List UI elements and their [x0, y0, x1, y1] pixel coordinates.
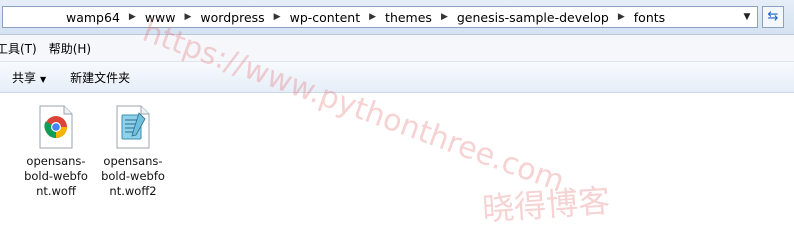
chevron-right-icon[interactable]: ▶	[369, 12, 376, 22]
breadcrumb-wordpress[interactable]: wordpress	[199, 10, 265, 25]
breadcrumb-wp-content[interactable]: wp-content	[289, 10, 362, 25]
breadcrumb-genesis-sample-develop[interactable]: genesis-sample-develop	[456, 10, 610, 25]
document-icon	[116, 105, 150, 149]
chevron-right-icon[interactable]: ▶	[185, 12, 192, 22]
breadcrumb-www[interactable]: www	[144, 10, 177, 25]
menu-tools[interactable]: 工具(T)	[0, 40, 43, 57]
address-bar: wamp64 ▶ www ▶ wordpress ▶ wp-content ▶ …	[0, 0, 794, 35]
chevron-down-icon: ▼	[40, 74, 47, 84]
file-list: opensans-bold-webfont.woff opensans-bold…	[0, 93, 794, 248]
command-toolbar: 共享 ▼ 新建文件夹	[0, 62, 794, 93]
breadcrumb-wamp64[interactable]: wamp64	[65, 10, 121, 25]
file-name: opensans-bold-webfont.woff2	[101, 154, 165, 198]
chevron-right-icon[interactable]: ▶	[441, 12, 448, 22]
file-item[interactable]: opensans-bold-webfont.woff2	[100, 105, 166, 199]
chrome-icon	[39, 105, 73, 149]
refresh-icon[interactable]: ⇆	[762, 6, 784, 28]
chevron-down-icon[interactable]: ▼	[740, 10, 754, 24]
chevron-right-icon[interactable]: ▶	[618, 12, 625, 22]
share-label: 共享	[12, 70, 37, 85]
breadcrumb-themes[interactable]: themes	[384, 10, 433, 25]
address-field[interactable]: wamp64 ▶ www ▶ wordpress ▶ wp-content ▶ …	[2, 6, 758, 28]
new-folder-button[interactable]: 新建文件夹	[58, 69, 142, 86]
file-item[interactable]: opensans-bold-webfont.woff	[23, 105, 89, 199]
chevron-right-icon[interactable]: ▶	[274, 12, 281, 22]
menu-help[interactable]: 帮助(H)	[43, 40, 97, 57]
chevron-right-icon[interactable]: ▶	[129, 12, 136, 22]
breadcrumb-fonts[interactable]: fonts	[633, 10, 666, 25]
file-name: opensans-bold-webfont.woff	[24, 154, 88, 198]
share-button[interactable]: 共享 ▼	[0, 69, 58, 86]
menu-bar: 工具(T) 帮助(H)	[0, 35, 794, 62]
